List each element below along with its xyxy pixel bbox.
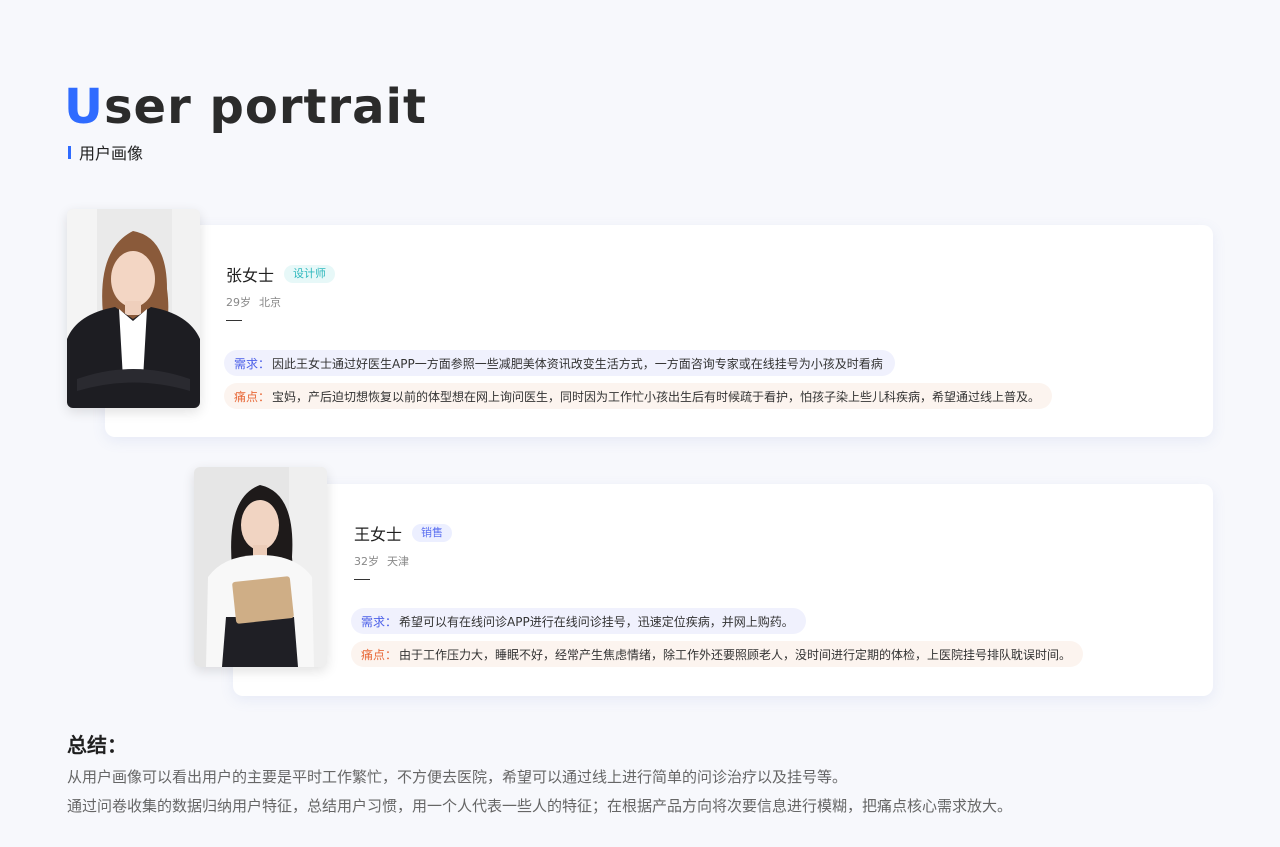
persona-1-need-text: 因此王女士通过好医生APP一方面参照一些减肥美体资讯改变生活方式，一方面咨询专家… (272, 356, 883, 371)
page: User portrait 用户画像 张女士 设计师 29岁 北京 需求： 因此… (0, 0, 1280, 847)
persona-1-meta: 29岁 北京 (226, 294, 335, 310)
page-title: User portrait (64, 78, 427, 136)
persona-1-age: 29岁 (226, 296, 251, 309)
persona-2-name: 王女士 (354, 525, 403, 544)
persona-1-name-row: 张女士 设计师 (226, 262, 336, 286)
persona-2-name-row: 王女士 销售 (354, 521, 453, 545)
persona-2-need-text: 希望可以有在线问诊APP进行在线问诊挂号，迅速定位疾病，并网上购药。 (399, 614, 794, 629)
persona-1-city: 北京 (259, 296, 281, 309)
persona-1-need: 需求： 因此王女士通过好医生APP一方面参照一些减肥美体资讯改变生活方式，一方面… (224, 350, 895, 376)
persona-2-photo (194, 467, 327, 667)
persona-2-pain-text: 由于工作压力大，睡眠不好，经常产生焦虑情绪，除工作外还要照顾老人，没时间进行定期… (399, 647, 1072, 662)
persona-2-info: 王女士 销售 32岁 天津 (354, 521, 453, 580)
summary-title: 总结： (67, 733, 127, 757)
persona-1-photo (67, 209, 200, 408)
subtitle-text: 用户画像 (79, 144, 144, 163)
summary-line-2: 通过问卷收集的数据归纳用户特征，总结用户习惯，用一个人代表一些人的特征；在根据产… (67, 797, 1013, 815)
persona-1-info: 张女士 设计师 29岁 北京 (226, 262, 336, 321)
title-rest: ser portrait (103, 79, 427, 135)
persona-2-city: 天津 (387, 555, 409, 568)
persona-2-pain-label: 痛点： (361, 647, 398, 662)
persona-2-age: 32岁 (354, 555, 379, 568)
persona-1-pain-text: 宝妈，产后迫切想恢复以前的体型想在网上询问医生，同时因为工作忙小孩出生后有时候疏… (272, 389, 1041, 404)
persona-2-divider (354, 579, 370, 580)
persona-2-meta: 32岁 天津 (354, 553, 452, 569)
title-first-letter: U (64, 79, 104, 135)
summary-line-1: 从用户画像可以看出用户的主要是平时工作繁忙，不方便去医院，希望可以通过线上进行简… (67, 768, 848, 786)
page-subtitle: 用户画像 (68, 140, 143, 164)
persona-1-pain-label: 痛点： (234, 389, 271, 404)
persona-1-role-tag: 设计师 (284, 265, 336, 283)
persona-2-need-label: 需求： (361, 614, 398, 629)
persona-2-pain: 痛点： 由于工作压力大，睡眠不好，经常产生焦虑情绪，除工作外还要照顾老人，没时间… (351, 641, 1084, 667)
persona-2-role-tag: 销售 (412, 524, 453, 542)
persona-1-need-label: 需求： (234, 356, 271, 371)
persona-2-need: 需求： 希望可以有在线问诊APP进行在线问诊挂号，迅速定位疾病，并网上购药。 (351, 608, 806, 634)
persona-1-pain: 痛点： 宝妈，产后迫切想恢复以前的体型想在网上询问医生，同时因为工作忙小孩出生后… (224, 383, 1053, 409)
persona-1-name: 张女士 (226, 266, 275, 285)
subtitle-accent-bar (68, 145, 71, 159)
persona-1-divider (226, 320, 242, 321)
